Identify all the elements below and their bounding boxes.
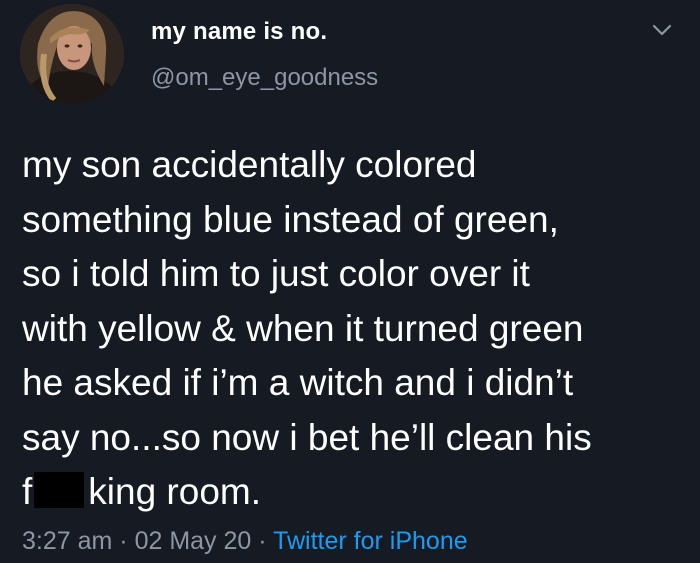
tweet-line: say no...so now i bet he’ll clean his xyxy=(22,416,592,458)
tweet-line: so i told him to just color over it xyxy=(22,253,530,294)
tweet-line: something blue instead of green, xyxy=(22,198,559,240)
separator: · xyxy=(258,527,267,555)
tweet-line: he asked if i’m a witch and i didn’t xyxy=(22,362,574,403)
chevron-down-icon[interactable] xyxy=(651,22,673,38)
tweet-date[interactable]: 02 May 20 xyxy=(135,527,252,555)
tweet-metadata: 3:27 am · 02 May 20 · Twitter for iPhone xyxy=(22,527,468,556)
user-handle[interactable]: @om_eye_goodness xyxy=(151,64,378,92)
tweet-text: my son accidentally colored something bl… xyxy=(22,138,692,520)
censored-word-suffix: king room. xyxy=(88,471,262,512)
censor-bar xyxy=(34,472,85,508)
tweet-line: my son accidentally colored xyxy=(22,144,477,185)
tweet-card: my name is no. @om_eye_goodness my son a… xyxy=(0,0,700,563)
avatar[interactable] xyxy=(20,4,124,104)
tweet-line: with yellow & when it turned green xyxy=(22,307,584,349)
separator: · xyxy=(119,527,128,555)
tweet-source-link[interactable]: Twitter for iPhone xyxy=(273,527,468,555)
tweet-time[interactable]: 3:27 am xyxy=(22,527,112,555)
display-name[interactable]: my name is no. xyxy=(151,18,327,46)
profile-photo xyxy=(20,4,124,104)
censored-word-prefix: f xyxy=(22,471,33,512)
tweet-line-last: f king room. xyxy=(22,465,692,520)
